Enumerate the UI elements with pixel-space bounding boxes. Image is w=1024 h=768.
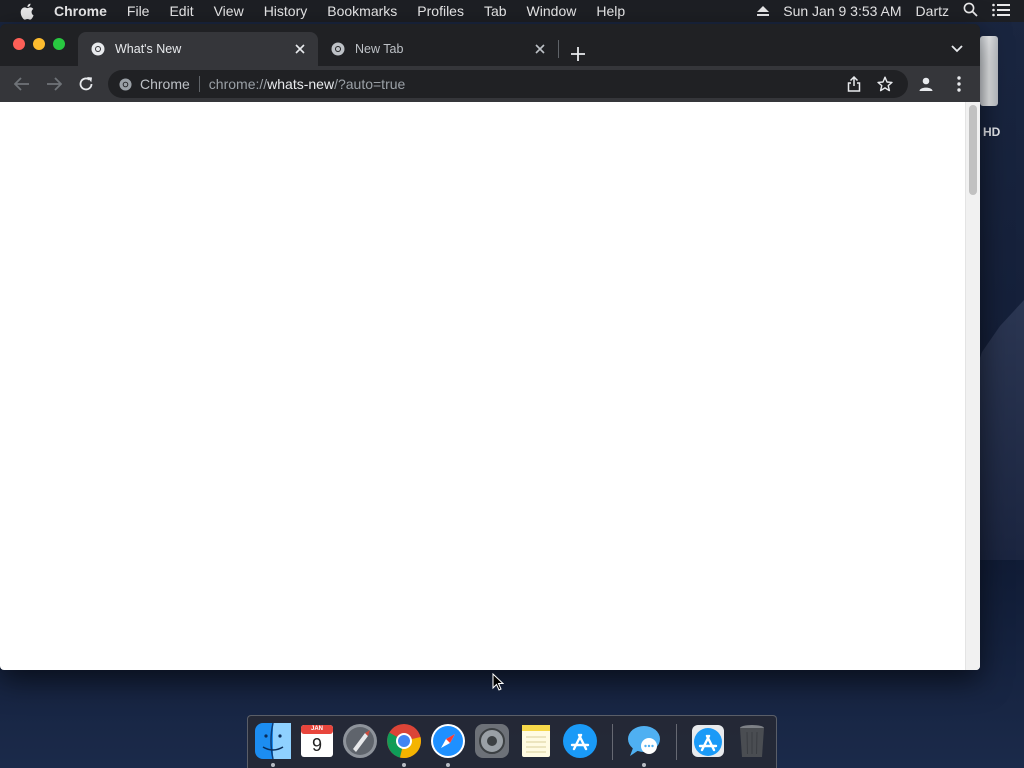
forward-arrow-icon[interactable]	[44, 74, 64, 94]
profile-avatar-icon[interactable]	[918, 76, 934, 92]
url-scheme: chrome://	[208, 76, 268, 92]
page-content[interactable]	[0, 102, 980, 670]
finder-icon[interactable]	[254, 722, 292, 760]
menu-profiles[interactable]: Profiles	[417, 3, 464, 19]
running-indicator	[402, 763, 406, 767]
safari-icon[interactable]	[429, 722, 467, 760]
tab-search-chevron-down-icon[interactable]	[948, 41, 966, 57]
url-host: whats-new	[267, 76, 335, 92]
new-tab-button[interactable]	[568, 44, 588, 64]
url-text[interactable]: chrome://whats-new/?auto=true	[209, 76, 406, 92]
menu-user-name[interactable]: Dartz	[916, 3, 949, 19]
dock-separator	[676, 724, 677, 760]
menu-app-name[interactable]: Chrome	[54, 3, 107, 19]
apple-menu-icon[interactable]	[18, 2, 36, 20]
tab-new-tab[interactable]: New Tab	[318, 32, 558, 66]
url-path: /?auto=true	[334, 76, 406, 92]
window-minimize-button[interactable]	[33, 38, 45, 50]
share-icon[interactable]	[846, 76, 862, 92]
reload-icon[interactable]	[76, 74, 96, 94]
menu-edit[interactable]: Edit	[169, 3, 193, 19]
menu-history[interactable]: History	[264, 3, 308, 19]
calendar-day: 9	[311, 735, 322, 755]
notification-center-icon[interactable]	[992, 3, 1010, 20]
calendar-icon[interactable]: JAN 9	[298, 722, 336, 760]
browser-toolbar: Chrome chrome://whats-new/?auto=true	[0, 66, 980, 102]
chrome-favicon-icon	[91, 42, 105, 56]
menu-bookmarks[interactable]: Bookmarks	[327, 3, 397, 19]
vertical-scrollbar[interactable]	[965, 102, 980, 670]
mouse-cursor-icon	[492, 672, 505, 691]
chrome-logo-icon	[119, 77, 132, 91]
back-arrow-icon[interactable]	[12, 74, 32, 94]
chrome-window: What's New New Tab Chrome chrome://whats…	[0, 24, 980, 670]
tab-title: What's New	[115, 42, 182, 56]
trash-icon[interactable]	[733, 722, 771, 760]
menu-view[interactable]: View	[214, 3, 244, 19]
omnibox-divider	[198, 76, 200, 92]
calendar-month: JAN	[310, 726, 323, 732]
spotlight-search-icon[interactable]	[963, 2, 978, 20]
tab-strip: What's New New Tab	[0, 24, 980, 66]
menu-window[interactable]: Window	[527, 3, 577, 19]
hard-drive-icon[interactable]	[980, 36, 998, 106]
menu-bar: Chrome File Edit View History Bookmarks …	[0, 0, 1024, 22]
address-bar[interactable]: Chrome chrome://whats-new/?auto=true	[108, 70, 908, 98]
menu-bar-status-area: Sun Jan 9 3:53 AM Dartz	[757, 0, 1024, 22]
hard-drive-label: HD	[983, 125, 1001, 139]
tab-whats-new[interactable]: What's New	[78, 32, 318, 66]
system-preferences-icon[interactable]	[473, 722, 511, 760]
tab-title: New Tab	[355, 42, 404, 56]
running-indicator	[446, 763, 450, 767]
scrollbar-thumb[interactable]	[969, 105, 977, 195]
chrome-favicon-icon	[331, 42, 345, 56]
menu-help[interactable]: Help	[596, 3, 625, 19]
app-store-downloads-icon[interactable]	[689, 722, 727, 760]
window-maximize-button[interactable]	[53, 38, 65, 50]
site-chip-label: Chrome	[140, 76, 190, 92]
app-store-icon[interactable]	[561, 722, 599, 760]
menu-tab[interactable]: Tab	[484, 3, 507, 19]
running-indicator	[642, 763, 646, 767]
site-info-chip[interactable]: Chrome	[119, 76, 190, 92]
bookmark-star-icon[interactable]	[877, 76, 893, 92]
more-options-kebab-icon[interactable]	[951, 76, 967, 92]
messages-icon[interactable]	[625, 722, 663, 760]
menu-file[interactable]: File	[127, 3, 150, 19]
launchpad-icon[interactable]	[341, 722, 379, 760]
dock-separator	[612, 724, 613, 760]
notes-icon[interactable]	[517, 722, 555, 760]
tab-close-icon[interactable]	[532, 41, 548, 57]
chrome-icon[interactable]	[385, 722, 423, 760]
running-indicator	[271, 763, 275, 767]
menu-clock[interactable]: Sun Jan 9 3:53 AM	[783, 3, 901, 19]
tab-separator	[558, 40, 559, 58]
dock: JAN 9	[247, 715, 777, 768]
tab-close-icon[interactable]	[292, 41, 308, 57]
window-close-button[interactable]	[13, 38, 25, 50]
eject-icon[interactable]	[757, 3, 770, 19]
